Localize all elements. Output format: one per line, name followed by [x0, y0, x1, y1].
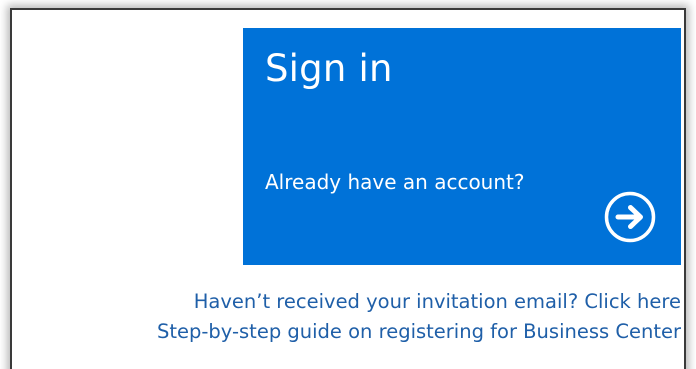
circle-arrow-right-icon[interactable] [603, 190, 657, 244]
sign-in-tile[interactable]: Sign in Already have an account? [243, 28, 681, 265]
help-links: Haven’t received your invitation email? … [157, 287, 681, 347]
screenshot-stage: Sign in Already have an account? Haven’t… [0, 0, 696, 369]
sign-in-title: Sign in [265, 47, 393, 90]
invitation-email-link[interactable]: Haven’t received your invitation email? … [157, 287, 681, 317]
registration-guide-link[interactable]: Step-by-step guide on registering for Bu… [157, 317, 681, 347]
sign-in-subtitle: Already have an account? [265, 170, 525, 194]
